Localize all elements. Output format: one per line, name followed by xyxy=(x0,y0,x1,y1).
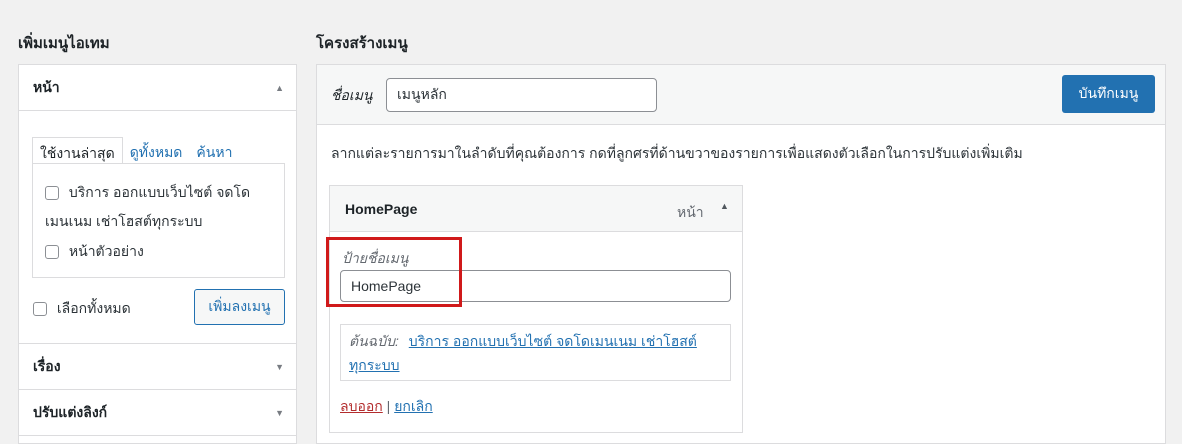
expand-arrow-icon[interactable]: ▼ xyxy=(275,362,284,372)
separator: | xyxy=(386,398,391,414)
expand-arrow-icon[interactable]: ▼ xyxy=(275,408,284,418)
checkbox[interactable] xyxy=(45,186,59,201)
item-actions: ลบออก | ยกเลิก xyxy=(340,396,433,418)
select-all-label: เลือกทั้งหมด xyxy=(56,300,131,316)
page-label: หน้าตัวอย่าง xyxy=(68,243,144,259)
add-to-menu-button[interactable]: เพิ่มลงเมนู xyxy=(194,289,285,325)
list-item[interactable]: หน้าตัวอย่าง xyxy=(45,237,144,265)
menu-name-label: ชื่อเมนู xyxy=(331,87,373,103)
menu-item-handle[interactable]: HomePage หน้า ▲ xyxy=(330,186,742,232)
menu-name-input[interactable]: เมนูหลัก xyxy=(386,78,657,112)
collapse-arrow-icon[interactable]: ▲ xyxy=(720,201,729,211)
page-label: บริการ ออกแบบเว็บไซต์ จดโด xyxy=(68,184,251,200)
select-all[interactable]: เลือกทั้งหมด xyxy=(33,294,131,322)
menu-header: ชื่อเมนู เมนูหลัก บันทึกเมนู xyxy=(317,65,1165,125)
tab-view-all[interactable]: ดูทั้งหมด xyxy=(123,137,190,164)
instructions-text: ลากแต่ละรายการมาในลำดับที่คุณต้องการ กดท… xyxy=(331,145,1023,161)
menu-item-type: หน้า xyxy=(677,204,704,220)
original-box: ต้นฉบับ: บริการ ออกแบบเว็บไซต์ จดโดเมนเน… xyxy=(340,324,731,381)
pages-section-title: หน้า xyxy=(33,78,60,95)
list-item[interactable]: บริการ ออกแบบเว็บไซต์ จดโด xyxy=(45,178,250,206)
save-menu-button[interactable]: บันทึกเมนู xyxy=(1062,75,1155,113)
remove-link[interactable]: ลบออก xyxy=(340,398,383,414)
divider xyxy=(19,110,296,111)
divider xyxy=(19,435,296,436)
custom-links-section-header[interactable]: ปรับแต่งลิงก์ ▼ xyxy=(19,390,296,435)
tab-search[interactable]: ค้นหา xyxy=(189,137,239,164)
custom-links-section-title: ปรับแต่งลิงก์ xyxy=(33,403,108,420)
page-label-continued: เมนเนม เช่าโฮสต์ทุกระบบ xyxy=(45,213,203,229)
pages-list: บริการ ออกแบบเว็บไซต์ จดโด เมนเนม เช่าโฮ… xyxy=(32,163,285,278)
cancel-link[interactable]: ยกเลิก xyxy=(394,398,433,414)
pages-tabs: ใช้งานล่าสุด ดูทั้งหมด ค้นหา xyxy=(32,137,239,167)
original-link[interactable]: บริการ ออกแบบเว็บไซต์ จดโดเมนเนม เช่าโฮส… xyxy=(409,333,697,349)
menu-structure-title: โครงสร้างเมนู xyxy=(316,35,408,52)
menu-item: HomePage หน้า ▲ ป้ายชื่อเมนู HomePage ต้… xyxy=(329,185,743,433)
collapse-arrow-icon[interactable]: ▲ xyxy=(275,83,284,93)
add-menu-items-title: เพิ่มเมนูไอเทม xyxy=(18,35,110,52)
select-all-checkbox[interactable] xyxy=(33,302,47,317)
menu-item-title: HomePage xyxy=(345,201,418,217)
add-menu-items-panel: หน้า ▲ ใช้งานล่าสุด ดูทั้งหมด ค้นหา บริก… xyxy=(18,64,297,444)
posts-section-header[interactable]: เรื่อง ▼ xyxy=(19,344,296,389)
posts-section-title: เรื่อง xyxy=(33,357,61,374)
original-link-continued[interactable]: ทุกระบบ xyxy=(349,357,400,373)
original-caption: ต้นฉบับ: xyxy=(349,333,399,349)
checkbox[interactable] xyxy=(45,245,59,260)
highlight-box xyxy=(326,237,462,307)
pages-section-header[interactable]: หน้า ▲ xyxy=(19,65,296,110)
